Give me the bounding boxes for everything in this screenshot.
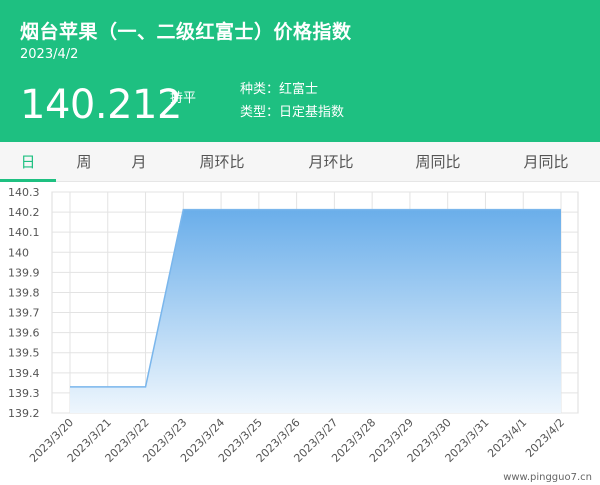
x-tick-label: 2023/4/1 (485, 416, 529, 460)
x-axis-ticks: 2023/3/202023/3/212023/3/222023/3/232023… (27, 416, 567, 465)
tab-day[interactable]: 日 (12, 142, 44, 182)
y-tick-label: 140.2 (8, 206, 40, 219)
date-label: 2023/4/2 (20, 47, 79, 62)
tab-week-year-on-year[interactable]: 周同比 (406, 142, 470, 182)
y-tick-label: 139.8 (8, 286, 40, 299)
tab-month-year-on-year[interactable]: 月同比 (514, 142, 578, 182)
y-tick-label: 140.1 (8, 226, 40, 239)
y-tick-label: 139.2 (8, 407, 40, 420)
y-tick-label: 139.5 (8, 347, 40, 360)
header-banner: 烟台苹果（一、二级红富士）价格指数 2023/4/2 140.212 持平 种类… (0, 0, 600, 142)
x-tick-label: 2023/4/2 (523, 416, 567, 460)
price-index-value: 140.212 (20, 82, 182, 128)
y-tick-label: 140 (8, 246, 29, 259)
page-title: 烟台苹果（一、二级红富士）价格指数 (20, 21, 352, 43)
variety-label: 种类：红富士 (240, 82, 319, 97)
tab-week[interactable]: 周 (68, 142, 100, 182)
y-tick-label: 139.3 (8, 387, 40, 400)
tab-month[interactable]: 月 (123, 142, 155, 182)
y-tick-label: 139.6 (8, 327, 40, 340)
chart-area-series (69, 208, 562, 413)
y-tick-label: 139.4 (8, 367, 40, 380)
y-tick-label: 139.7 (8, 307, 40, 320)
tab-month-on-month[interactable]: 月环比 (299, 142, 363, 182)
watermark: www.pingguo7.cn (503, 472, 592, 483)
area-fill (70, 209, 561, 413)
price-index-chart: 140.3 140.2 140.1 140 139.9 139.8 139.7 139.6 13… (8, 186, 592, 483)
index-type-label: 类型：日定基指数 (240, 105, 345, 120)
trend-label: 持平 (170, 91, 197, 106)
y-tick-label: 139.9 (8, 266, 40, 279)
tab-week-on-week[interactable]: 周环比 (190, 142, 254, 182)
y-tick-label: 140.3 (8, 186, 40, 199)
y-axis-ticks: 140.3 140.2 140.1 140 139.9 139.8 139.7 139.6 13… (8, 186, 40, 420)
period-tabs: 日 周 月 周环比 月环比 周同比 月同比 (0, 142, 600, 182)
